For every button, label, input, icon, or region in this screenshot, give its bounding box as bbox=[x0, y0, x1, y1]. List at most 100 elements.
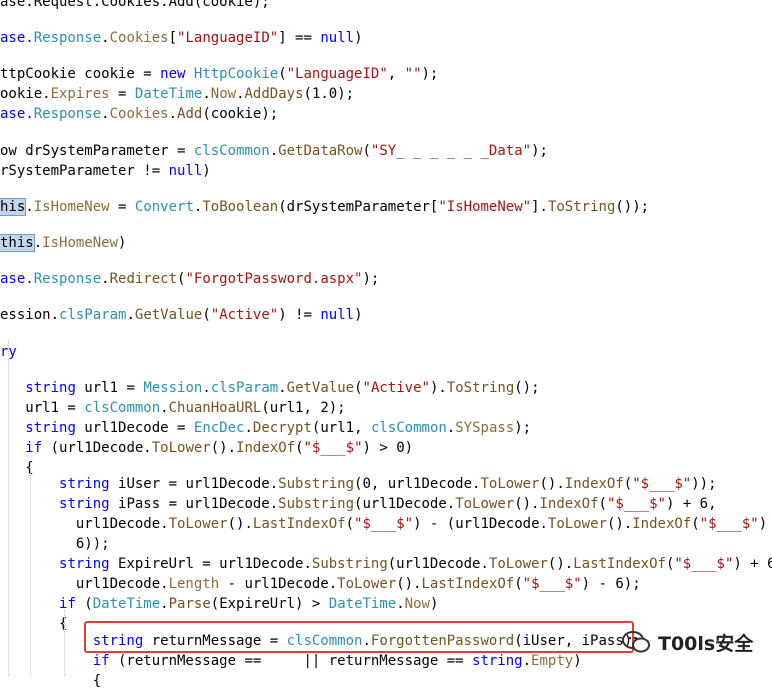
code-editor[interactable]: ase.Request.Cookies.Add(cookie); ase.Resp… bbox=[0, 0, 772, 689]
code-token: url1Decode = bbox=[75, 420, 194, 436]
code-token: ( bbox=[514, 576, 523, 592]
code-token: HttpCookie bbox=[193, 66, 279, 82]
code-token: Expires bbox=[50, 86, 110, 102]
code-line: string iUser = url1Decode.Substring(0, u… bbox=[0, 474, 717, 494]
code-token: new bbox=[160, 66, 186, 82]
code-token: DateTime bbox=[92, 596, 161, 612]
code-token: ( bbox=[354, 380, 363, 396]
code-token: ) bbox=[118, 235, 127, 251]
code-line: ase.Response.Redirect("ForgotPassword.as… bbox=[0, 269, 379, 289]
code-token: "LanguageID" bbox=[177, 30, 279, 46]
code-token: ) bbox=[573, 653, 582, 669]
code-token: ) bbox=[429, 596, 439, 612]
code-token: "" bbox=[404, 66, 422, 82]
code-token: . bbox=[269, 143, 279, 159]
code-token: ToLower bbox=[151, 440, 211, 456]
code-token: ( bbox=[623, 476, 633, 492]
code-token: Cookies bbox=[109, 106, 169, 122]
code-token: url1 = bbox=[0, 400, 85, 416]
code-token: ); bbox=[362, 271, 380, 287]
code-token: DateTime bbox=[134, 86, 203, 102]
code-token: ToLower bbox=[455, 496, 515, 512]
highlight-box bbox=[84, 621, 634, 653]
code-token: "$___$" bbox=[522, 576, 582, 592]
code-token: ); bbox=[514, 420, 532, 436]
code-token: "$___$" bbox=[303, 440, 363, 456]
code-line: if (returnMessage == || returnMessage ==… bbox=[0, 651, 582, 671]
code-token: ase. bbox=[0, 106, 34, 122]
code-token: clsCommon bbox=[193, 143, 270, 159]
code-token: (1.0); bbox=[303, 86, 355, 102]
code-token: ase.Request.Cookies.Add(cookie); bbox=[0, 0, 270, 10]
code-token: Length bbox=[168, 576, 220, 592]
code-token: (ExpireUrl) > bbox=[210, 596, 329, 612]
code-token: GetValue bbox=[286, 380, 355, 396]
code-token: (). bbox=[514, 496, 540, 512]
code-token: (); bbox=[514, 380, 540, 396]
code-token: Parse bbox=[168, 596, 211, 612]
code-token: ow drSystemParameter = bbox=[0, 143, 194, 159]
code-token: (url1, 2); bbox=[261, 400, 346, 416]
code-line: 6)); bbox=[0, 534, 110, 554]
code-token: Cookies bbox=[109, 30, 169, 46]
code-token: ()); bbox=[615, 199, 650, 215]
code-token: ookie. bbox=[0, 86, 51, 102]
code-token: GetDataRow bbox=[278, 143, 363, 159]
code-token: "ForgotPassword.aspx" bbox=[185, 271, 363, 287]
code-token: string bbox=[472, 653, 523, 669]
code-token: . bbox=[160, 400, 169, 416]
code-line: url1 = clsCommon.ChuanHoaURL(url1, 2); bbox=[0, 398, 346, 418]
watermark: T00ls安全 bbox=[622, 624, 753, 660]
code-token: . bbox=[396, 596, 405, 612]
code-token: (returnMessage == || returnMessage == bbox=[109, 653, 473, 669]
wechat-icon bbox=[622, 631, 650, 653]
code-token: (url1Decode. bbox=[387, 556, 489, 572]
code-token: . bbox=[244, 420, 253, 436]
code-token: ); bbox=[421, 66, 439, 82]
code-line: ase.Request.Cookies.Add(cookie); bbox=[0, 0, 270, 12]
code-token: . bbox=[168, 106, 178, 122]
code-token: ) bbox=[354, 30, 363, 46]
code-token: ]. bbox=[531, 199, 548, 215]
code-token: ( bbox=[598, 496, 607, 512]
code-token: string bbox=[25, 380, 76, 396]
code-line: if (url1Decode.ToLower().IndexOf("$___$"… bbox=[0, 438, 413, 458]
code-token: iPass = url1Decode. bbox=[109, 496, 279, 512]
code-token: . bbox=[446, 420, 456, 436]
code-token: "IsHomeNew" bbox=[438, 199, 532, 215]
code-token: ) bbox=[354, 307, 363, 323]
code-line: ookie.Expires = DateTime.Now.AddDays(1.0… bbox=[0, 84, 354, 104]
code-token: IndexOf bbox=[236, 440, 296, 456]
code-token: ( bbox=[345, 516, 355, 532]
code-token: (drSystemParameter[ bbox=[278, 199, 439, 215]
code-token: . bbox=[202, 86, 211, 102]
code-token: if bbox=[25, 440, 43, 456]
code-line: rSystemParameter != null) bbox=[0, 161, 211, 181]
code-token: ); bbox=[531, 143, 548, 159]
code-token: ession. bbox=[0, 307, 60, 323]
code-token: "Active" bbox=[210, 307, 279, 323]
code-token: . bbox=[202, 380, 211, 396]
code-token: null bbox=[168, 163, 203, 179]
code-token: null bbox=[320, 30, 355, 46]
code-line: url1Decode.ToLower().LastIndexOf("$___$"… bbox=[0, 514, 772, 534]
code-token: AddDays bbox=[244, 86, 304, 102]
code-token: clsParam bbox=[210, 380, 279, 396]
code-token: (). bbox=[210, 440, 237, 456]
code-token: (). bbox=[396, 576, 422, 592]
code-token: clsCommon bbox=[84, 400, 161, 416]
code-token: ttpCookie cookie = bbox=[0, 66, 161, 82]
code-token: url1Decode. bbox=[0, 576, 169, 592]
code-token: )); bbox=[691, 476, 717, 492]
code-token: rSystemParameter != bbox=[0, 163, 169, 179]
code-token: Substring bbox=[311, 556, 388, 572]
code-token: "$___$" bbox=[632, 476, 692, 492]
code-token: Redirect bbox=[109, 271, 178, 287]
code-token: ToLower bbox=[168, 516, 228, 532]
code-token: ExpireUrl = url1Decode. bbox=[109, 556, 312, 572]
code-token: "LanguageID" bbox=[286, 66, 388, 82]
